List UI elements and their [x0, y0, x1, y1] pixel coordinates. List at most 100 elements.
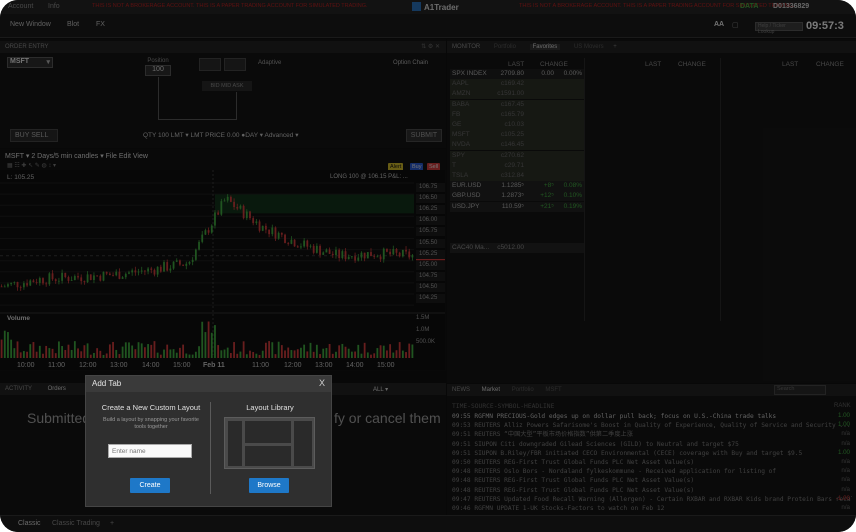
news-item[interactable]: 09:51 SIUPON Citi downgraded Gilead Scie…: [452, 440, 852, 449]
col-last-3: LAST: [782, 61, 799, 68]
monitor-row[interactable]: AAPL c169.42: [450, 79, 584, 90]
browse-button[interactable]: Browse: [249, 478, 289, 493]
volume-tick-label: 1.0M: [416, 327, 430, 333]
volume-bar: [156, 352, 159, 358]
candle-body: [331, 253, 334, 256]
monitor-cell-change: 0.00: [541, 70, 554, 77]
submit-button[interactable]: SUBMIT: [406, 129, 442, 142]
news-item[interactable]: 09:48 REUTERS REG-First Trust Global Fun…: [452, 476, 852, 485]
time-tick-label: 14:00: [142, 362, 160, 369]
candle-body: [366, 252, 369, 259]
volume-bar: [408, 343, 411, 358]
volume-bar: [169, 349, 172, 358]
lock-icon[interactable]: ▢: [732, 21, 739, 29]
news-item[interactable]: 09:53 REUTERS Alliz Powers Safarisome's …: [452, 421, 852, 430]
blot-button[interactable]: Blot: [67, 21, 79, 28]
monitor-extra-row[interactable]: CAC40 Ma... c5012.00: [450, 243, 584, 253]
portfolio-tab[interactable]: Portfolio: [494, 44, 516, 50]
monitor-row[interactable]: NVDA c146.45: [450, 140, 584, 151]
price-box-right[interactable]: [224, 58, 246, 71]
volume-bar: [179, 347, 181, 358]
font-size-button[interactable]: AA: [714, 21, 724, 28]
time-tick-label: 11:00: [252, 362, 269, 369]
ticker-lookup-input[interactable]: Help / Ticker Lookup: [755, 22, 803, 35]
volume-tick-label: 1.5M: [416, 315, 430, 321]
all-filter[interactable]: ALL ▾: [373, 386, 388, 393]
news-item[interactable]: 09:47 REUTERS Updated Food Recall Warnin…: [452, 495, 852, 504]
price-box-left[interactable]: [199, 58, 221, 71]
menu-info[interactable]: Info: [48, 3, 60, 10]
add-tab-icon[interactable]: +: [613, 44, 617, 50]
candle-body: [277, 232, 280, 239]
price-tick-label: 106.75: [416, 183, 445, 192]
monitor-tab[interactable]: MONITOR: [452, 44, 480, 50]
monitor-row[interactable]: AMZN c1591.00: [450, 89, 584, 100]
preview-panel: [294, 421, 312, 466]
us-movers-tab[interactable]: US Movers: [574, 44, 604, 50]
volume-bar: [163, 349, 165, 358]
news-item[interactable]: 09:51 SIUPON B.Riley/FBR initiated CECO …: [452, 449, 852, 458]
monitor-cell-symbol: GE: [452, 121, 462, 128]
news-rank: n/a: [841, 504, 850, 511]
option-chain-button[interactable]: Option Chain: [393, 60, 428, 66]
volume-bar: [147, 344, 149, 358]
volume-bar: [376, 348, 379, 358]
monitor-row[interactable]: BABA c167.45: [450, 99, 584, 110]
time-tick-label: 14:00: [346, 362, 364, 369]
tab-classic[interactable]: Classic: [18, 520, 41, 527]
volume-bar: [121, 346, 124, 358]
monitor-row[interactable]: SPX INDEX 2709.80 0.00 0.00%: [450, 69, 584, 79]
order-parameters[interactable]: QTY 100 LMT ▾ LMT PRICE 0.00 ●DAY ▾ Adva…: [143, 131, 298, 139]
monitor-row[interactable]: GBP.USD 1.2873⁵ +12⁵ 0.10%: [450, 191, 584, 202]
monitor-row[interactable]: EUR.USD 1.1285⁵ +8⁵ 0.08%: [450, 181, 584, 192]
menu-account[interactable]: Account: [8, 3, 33, 10]
monitor-row[interactable]: FB c165.79: [450, 109, 584, 120]
add-layout-tab-icon[interactable]: +: [110, 520, 114, 527]
symbol-input[interactable]: MSFT ▾: [7, 57, 53, 68]
monitor-row[interactable]: Tc29.71: [450, 160, 584, 171]
tab-classic-trading[interactable]: Classic Trading: [52, 520, 100, 527]
volume-bar: [280, 345, 283, 358]
buy-sell-toggle[interactable]: BUY SELL: [10, 129, 58, 142]
volume-bar: [328, 343, 331, 358]
monitor-cell-symbol: BABA: [452, 100, 470, 108]
monitor-row[interactable]: SPY c270.62: [450, 150, 584, 161]
news-item[interactable]: 09:55 RGFMN PRECIOUS-Gold edges up on do…: [452, 412, 852, 421]
monitor-row[interactable]: GE c10.03: [450, 120, 584, 130]
layout-name-input[interactable]: [108, 444, 192, 458]
panel-controls-icon[interactable]: ⇅ ⚙ ✕: [421, 43, 440, 50]
activity-tab[interactable]: ACTIVITY: [5, 386, 32, 392]
chart-toolbar[interactable]: MSFT ▾ 2 Days/5 min candles ▾ File Edit …: [5, 152, 148, 160]
candle-body: [344, 251, 347, 260]
news-search-input[interactable]: Search: [774, 385, 826, 395]
position-value: 100: [145, 65, 171, 76]
market-tab[interactable]: Market: [482, 387, 500, 393]
portfolio-news-tab[interactable]: Portfolio: [512, 387, 534, 393]
monitor-row[interactable]: MSFT c105.25: [450, 130, 584, 141]
volume-bar: [86, 343, 89, 358]
news-item[interactable]: 09:50 REUTERS REG-First Trust Global Fun…: [452, 458, 852, 467]
data-label: DATA: [740, 3, 759, 10]
news-item[interactable]: 09:48 REUTERS Oslo Bors - Nordaland fylk…: [452, 467, 852, 476]
volume-bar: [42, 353, 44, 358]
close-icon[interactable]: X: [319, 378, 325, 388]
time-tick-label: 13:00: [110, 362, 128, 369]
candle-body: [249, 211, 251, 219]
algo-select[interactable]: Adaptive: [258, 60, 281, 66]
orders-tab[interactable]: Orders: [48, 386, 66, 392]
fx-button[interactable]: FX: [96, 21, 105, 28]
news-item[interactable]: 09:51 REUTERS “中国大型”平板市场价格指数”供第二季度上涨: [452, 430, 852, 439]
volume-bar: [13, 348, 16, 358]
msft-news-tab[interactable]: MSFT: [545, 387, 561, 393]
monitor-row[interactable]: USD.JPY 110.59⁵ +21⁵ 0.19%: [450, 201, 584, 212]
drawing-tools-icon[interactable]: ▦ ☷ ✚ ↖ ✎ ◍ ↕ ▾: [7, 162, 56, 169]
news-item[interactable]: 09:46 RGFMN UPDATE 1-UK Stocks-Factors t…: [452, 504, 852, 513]
favorites-tab[interactable]: Favorites: [529, 44, 561, 50]
create-button[interactable]: Create: [130, 478, 170, 493]
new-window-button[interactable]: New Window: [10, 21, 51, 28]
volume-bar: [366, 352, 369, 358]
monitor-row[interactable]: TSLA c312.84: [450, 171, 584, 181]
news-item[interactable]: 09:48 REUTERS REG-First Trust Global Fun…: [452, 486, 852, 495]
volume-bar: [331, 353, 334, 358]
chart-area[interactable]: 105.25 L: 105.25 LONG 100 @ 106.15 P&L: …: [0, 170, 445, 370]
